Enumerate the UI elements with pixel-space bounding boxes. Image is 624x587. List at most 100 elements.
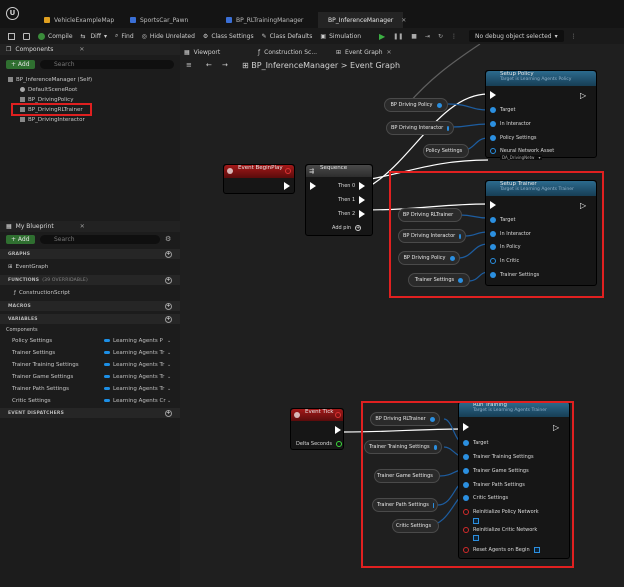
functions-count: (39 OVERRIDABLE): [42, 277, 88, 283]
class-settings-button[interactable]: ⚙ Class Settings: [199, 28, 258, 44]
nn-asset-dropdown[interactable]: DA_DrivingNetw ▾: [500, 155, 543, 160]
type-pill-icon: [104, 387, 110, 390]
macros-section[interactable]: MACROS +: [0, 301, 180, 311]
tree-item-event-graph[interactable]: ⊞ EventGraph: [8, 262, 48, 271]
event-icon: [227, 168, 233, 174]
exec-pin-icon: [335, 426, 341, 434]
variable-name: Trainer Path Settings: [12, 385, 69, 392]
exec-pin-icon: [284, 182, 290, 190]
event-tick-node[interactable]: Event Tick Delta Seconds: [290, 408, 344, 450]
close-icon[interactable]: ✕: [401, 17, 406, 24]
pin-nn-asset[interactable]: Neural Network Asset: [490, 148, 554, 154]
variable-row[interactable]: Trainer Game Settings Learning Agents Tr ⌄: [0, 371, 180, 382]
gear-icon[interactable]: ⚙: [165, 235, 171, 243]
blueprint-search-input[interactable]: Search: [40, 235, 160, 244]
unreal-logo-icon[interactable]: U: [6, 7, 19, 20]
components-search-input[interactable]: Search: [40, 60, 174, 69]
pin-target[interactable]: Target: [490, 107, 515, 113]
variable-name: Trainer Game Settings: [12, 373, 74, 380]
delegate-pin-icon[interactable]: [335, 412, 341, 418]
node-title: Event Tick: [305, 409, 334, 415]
find-button[interactable]: ⌕ Find: [111, 28, 138, 44]
exec-out-pin[interactable]: [284, 182, 290, 190]
add-dispatcher-icon[interactable]: +: [165, 409, 172, 417]
left-panel: ❐ Components ✕ + Add Search BP_Inference…: [0, 44, 180, 587]
simulation-button[interactable]: ▣ Simulation: [316, 28, 365, 44]
chevron-down-icon[interactable]: ⌄: [167, 338, 171, 344]
variables-section[interactable]: VARIABLES +: [0, 314, 180, 324]
close-icon[interactable]: ✕: [79, 46, 84, 53]
setup-policy-node[interactable]: Setup Policy Target is Learning Agents P…: [485, 70, 597, 160]
delta-seconds-pin[interactable]: Delta Seconds: [296, 441, 342, 447]
event-graph-canvas[interactable]: ▦ Viewport ƒ Construction Sc... ⊞ Event Gra…: [180, 44, 624, 587]
defaults-icon: ✎: [261, 32, 267, 40]
hide-unrelated-button[interactable]: ◎ Hide Unrelated: [138, 28, 199, 44]
stop-button[interactable]: ■: [407, 28, 421, 44]
tree-item-default-scene-root[interactable]: DefaultSceneRoot: [20, 85, 77, 94]
getter-driving-policy[interactable]: BP Driving Policy: [384, 98, 448, 112]
chevron-down-icon[interactable]: ⌄: [167, 386, 171, 392]
browse-button[interactable]: [19, 28, 34, 44]
pause-button[interactable]: ❚❚: [389, 28, 407, 44]
tree-item-construction-script[interactable]: ƒ ConstructionScript: [14, 288, 70, 297]
then-0-pin[interactable]: Then 0: [338, 182, 366, 190]
step-button[interactable]: ⇥: [421, 28, 434, 44]
functions-section[interactable]: FUNCTIONS (39 OVERRIDABLE) +: [0, 275, 180, 285]
variable-row[interactable]: Trainer Training Settings Learning Agents…: [0, 359, 180, 370]
chevron-down-icon[interactable]: ⌄: [167, 398, 171, 404]
debug-object-dropdown[interactable]: No debug object selected ▾: [469, 30, 564, 42]
exec-out-pin[interactable]: [335, 426, 341, 434]
tab-sportscar-pawn[interactable]: SportsCar_Pawn: [124, 12, 194, 28]
tree-label: BP_DrivingPolicy: [28, 96, 74, 103]
getter-policy-settings[interactable]: Policy Settings: [423, 144, 469, 158]
skip-button[interactable]: ↻: [434, 28, 447, 44]
tab-label: SportsCar_Pawn: [140, 16, 189, 24]
event-begin-play-node[interactable]: Event BeginPlay: [223, 164, 295, 194]
pin-policy-settings[interactable]: Policy Settings: [490, 135, 536, 141]
pin-in-interactor[interactable]: In Interactor: [490, 121, 531, 127]
variable-row[interactable]: Critic Settings Learning Agents Cr ⌄: [0, 395, 180, 406]
event-dispatchers-section[interactable]: EVENT DISPATCHERS +: [0, 408, 180, 418]
add-macro-icon[interactable]: +: [165, 302, 172, 310]
more-options-icon[interactable]: ⋮: [447, 28, 461, 44]
pin-label: Then 2: [338, 211, 356, 217]
variable-row[interactable]: Trainer Path Settings Learning Agents Tr ⌄: [0, 383, 180, 394]
chevron-down-icon[interactable]: ⌄: [167, 374, 171, 380]
exec-out-pin[interactable]: ▷: [580, 91, 586, 100]
then-2-pin[interactable]: Then 2: [338, 210, 366, 218]
play-button[interactable]: ▶: [375, 28, 389, 44]
compile-button[interactable]: Compile: [34, 28, 77, 44]
add-variable-icon[interactable]: +: [165, 315, 172, 323]
close-icon[interactable]: ✕: [80, 223, 85, 230]
tree-item-driving-interactor[interactable]: BP_DrivingInteractor: [20, 115, 85, 124]
getter-driving-interactor[interactable]: BP Driving Interactor: [386, 121, 454, 135]
components-category[interactable]: Components: [6, 325, 38, 334]
tab-inference-manager[interactable]: BP_InferenceManager ✕: [318, 12, 406, 28]
tab-vehicle-example-map[interactable]: VehicleExampleMap: [38, 12, 120, 28]
variable-row[interactable]: Policy Settings Learning Agents P ⌄: [0, 335, 180, 346]
exec-in-pin[interactable]: [490, 91, 496, 99]
add-function-icon[interactable]: +: [165, 276, 172, 284]
diff-button[interactable]: ⇆ Diff ▾: [77, 28, 111, 44]
graphs-section[interactable]: GRAPHS +: [0, 249, 180, 259]
save-button[interactable]: [4, 28, 19, 44]
exec-in-pin[interactable]: [310, 182, 316, 190]
chevron-down-icon[interactable]: ⌄: [167, 350, 171, 356]
sequence-node[interactable]: Sequence ⇶ Then 0 Then 1 Then 2 Add pin +: [305, 164, 373, 236]
variable-row[interactable]: Trainer Settings Learning Agents Tr ⌄: [0, 347, 180, 358]
pin-dot-icon: [490, 107, 496, 113]
then-1-pin[interactable]: Then 1: [338, 196, 366, 204]
add-member-button[interactable]: + Add: [6, 235, 35, 244]
debug-options-icon[interactable]: ⋮: [567, 28, 581, 44]
add-graph-icon[interactable]: +: [165, 250, 172, 258]
add-component-button[interactable]: + Add: [6, 60, 35, 69]
pin-dot-icon: [490, 121, 496, 127]
tree-item-self[interactable]: BP_InferenceManager (Self): [8, 75, 92, 84]
delegate-pin-icon[interactable]: [285, 168, 291, 174]
tab-rl-training-manager[interactable]: BP_RLTrainingManager: [220, 12, 309, 28]
pin-label: Target: [500, 107, 516, 113]
node-header: Event BeginPlay: [224, 165, 294, 178]
chevron-down-icon[interactable]: ⌄: [167, 362, 171, 368]
add-pin-button[interactable]: Add pin +: [332, 225, 362, 231]
class-defaults-button[interactable]: ✎ Class Defaults: [258, 28, 317, 44]
